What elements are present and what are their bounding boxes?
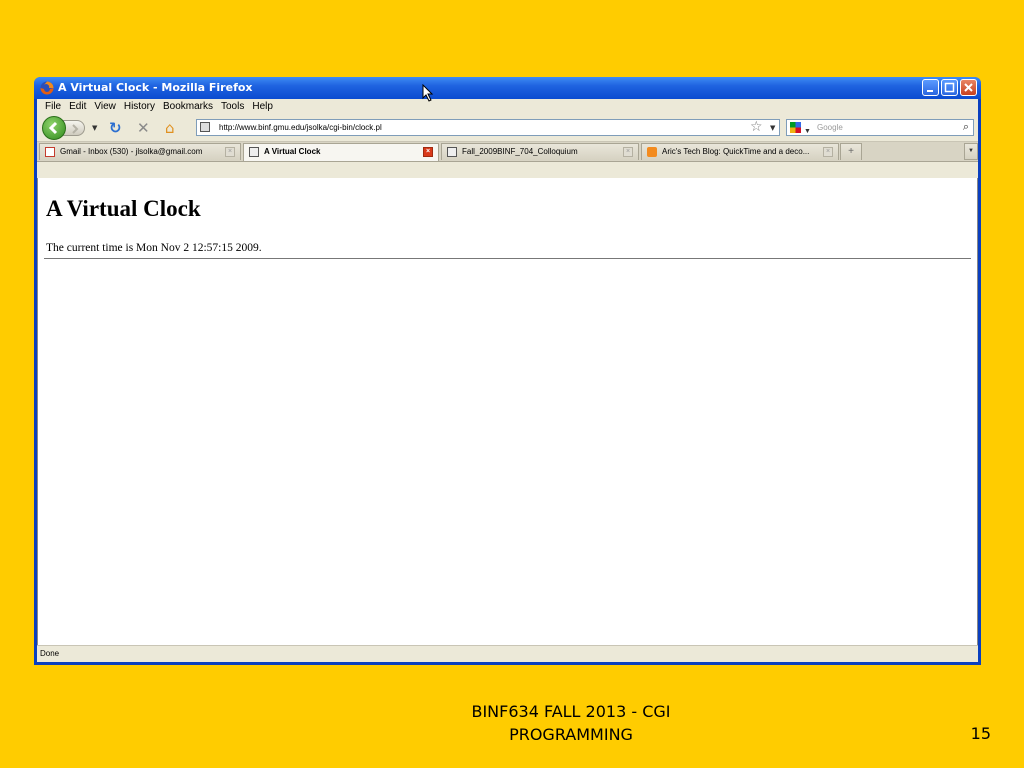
blogger-icon [647, 147, 657, 157]
tab-close-icon[interactable]: × [823, 147, 833, 157]
tab-label: Aric's Tech Blog: QuickTime and a deco..… [662, 147, 810, 156]
page-heading: A Virtual Clock [46, 196, 201, 221]
tab-close-icon[interactable]: × [423, 147, 433, 157]
url-dropdown-icon[interactable]: ▼ [770, 124, 775, 132]
browser-window: A Virtual Clock - Mozilla Firefox File E… [34, 77, 981, 665]
tab-label: Fall_2009BINF_704_Colloquium [462, 147, 578, 156]
page-icon [447, 147, 457, 157]
mouse-cursor-icon [422, 84, 434, 102]
close-window-button[interactable] [960, 79, 977, 96]
tab-strip: Gmail - Inbox (530) - jlsolka@gmail.com … [37, 142, 978, 162]
menu-file[interactable]: File [41, 99, 65, 115]
maximize-button[interactable] [941, 79, 958, 96]
tab-gmail[interactable]: Gmail - Inbox (530) - jlsolka@gmail.com … [39, 143, 241, 160]
reload-icon[interactable]: ↻ [109, 119, 122, 137]
status-bar: Done [37, 645, 978, 662]
bookmark-star-icon[interactable]: ☆ [750, 119, 763, 135]
url-bar[interactable]: http://www.binf.gmu.edu/jsolka/cgi-bin/c… [196, 119, 780, 136]
tab-label: Gmail - Inbox (530) - jlsolka@gmail.com [60, 147, 203, 156]
status-text: Done [40, 649, 60, 658]
page-icon [249, 147, 259, 157]
url-text: http://www.binf.gmu.edu/jsolka/cgi-bin/c… [219, 123, 382, 132]
menu-edit[interactable]: Edit [65, 99, 90, 115]
menu-bar: File Edit View History Bookmarks Tools H… [37, 99, 978, 115]
tab-label: A Virtual Clock [264, 147, 321, 156]
divider [44, 258, 971, 259]
footer-line-1: BINF634 FALL 2013 - CGI [471, 702, 671, 721]
tab-tech-blog[interactable]: Aric's Tech Blog: QuickTime and a deco..… [641, 143, 839, 160]
tab-colloquium[interactable]: Fall_2009BINF_704_Colloquium × [441, 143, 639, 160]
firefox-icon [40, 81, 54, 95]
menu-bookmarks[interactable]: Bookmarks [159, 99, 217, 115]
google-icon[interactable] [790, 122, 801, 133]
gmail-icon [45, 147, 55, 157]
tab-list-button[interactable]: ▼ [964, 143, 978, 160]
slide-number: 15 [970, 724, 991, 743]
site-favicon-icon [200, 122, 210, 132]
minimize-icon [927, 90, 933, 92]
title-bar[interactable]: A Virtual Clock - Mozilla Firefox [34, 77, 981, 99]
slide-footer: BINF634 FALL 2013 - CGI PROGRAMMING [440, 700, 702, 746]
menu-help[interactable]: Help [248, 99, 277, 115]
home-icon[interactable]: ⌂ [165, 119, 175, 137]
forward-arrow-icon [72, 124, 79, 134]
stop-icon[interactable]: ✕ [137, 119, 150, 137]
history-dropdown-icon[interactable]: ▼ [92, 124, 97, 132]
new-tab-button[interactable]: + [840, 143, 862, 160]
page-content: A Virtual Clock The current time is Mon … [37, 178, 978, 645]
tab-virtual-clock[interactable]: A Virtual Clock × [243, 143, 439, 161]
navigation-toolbar: ▼ ↻ ✕ ⌂ http://www.binf.gmu.edu/jsolka/c… [37, 115, 978, 142]
back-button[interactable] [42, 116, 66, 140]
current-time-text: The current time is Mon Nov 2 12:57:15 2… [46, 242, 262, 254]
search-icon[interactable]: ⌕ [963, 120, 969, 135]
menu-history[interactable]: History [120, 99, 159, 115]
forward-button[interactable] [63, 120, 85, 136]
back-arrow-icon [48, 121, 58, 135]
search-placeholder: Google [817, 123, 843, 132]
search-engine-dropdown-icon[interactable]: ▼ [804, 124, 811, 139]
plus-icon: + [848, 146, 854, 157]
footer-line-2: PROGRAMMING [509, 725, 633, 744]
close-icon [964, 83, 973, 92]
menu-tools[interactable]: Tools [217, 99, 248, 115]
search-input[interactable]: ▼ Google ⌕ [786, 119, 974, 136]
tab-close-icon[interactable]: × [623, 147, 633, 157]
tab-close-icon[interactable]: × [225, 147, 235, 157]
minimize-button[interactable] [922, 79, 939, 96]
menu-view[interactable]: View [90, 99, 120, 115]
maximize-icon [944, 82, 955, 93]
window-title: A Virtual Clock - Mozilla Firefox [58, 81, 253, 94]
chevron-down-icon: ▼ [968, 148, 974, 154]
